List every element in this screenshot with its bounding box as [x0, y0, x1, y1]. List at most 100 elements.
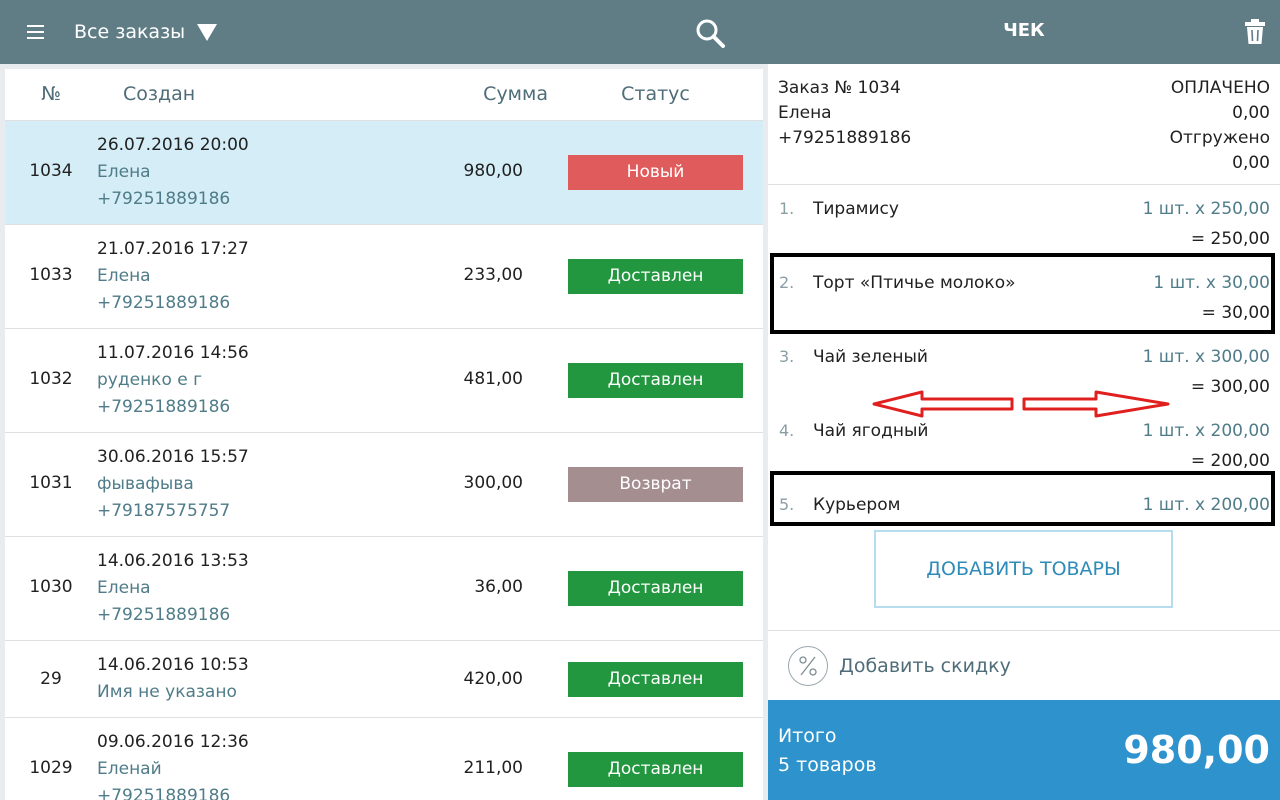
order-sum: 233,00	[463, 265, 523, 285]
status-badge: Доставлен	[568, 571, 743, 606]
item-number: 2.	[779, 273, 795, 292]
order-number: 1032	[29, 369, 73, 389]
order-number: 1030	[29, 577, 73, 597]
status-badge: Новый	[568, 155, 743, 190]
item-number: 1.	[779, 199, 795, 218]
order-customer-phone: +79187575757	[97, 501, 231, 521]
receipt-title: ЧЕК	[1003, 20, 1045, 41]
order-customer-name: Елена	[97, 162, 151, 182]
order-number: 1033	[29, 265, 73, 285]
item-number: 5.	[779, 495, 795, 514]
status-badge: Доставлен	[568, 363, 743, 398]
receipt-order-number: Заказ № 1034	[778, 78, 901, 98]
item-number: 3.	[779, 347, 795, 366]
menu-icon[interactable]	[22, 20, 50, 44]
orders-filter-label: Все заказы	[74, 21, 186, 43]
receipt-item[interactable]: 5. Курьером 1 шт. x 200,00	[768, 481, 1280, 527]
header-created[interactable]: Создан	[123, 83, 195, 105]
order-number: 1031	[29, 473, 73, 493]
receipt-paid-amount: 0,00	[1232, 103, 1270, 123]
add-discount-button[interactable]: Добавить скидку	[768, 630, 1280, 700]
item-quantity-price: 1 шт. x 250,00	[1142, 199, 1270, 219]
order-customer-name: Елена	[97, 266, 151, 286]
search-icon[interactable]	[694, 17, 726, 49]
order-customer-phone: +79251889186	[97, 189, 231, 209]
order-row[interactable]: 1034 26.07.2016 20:00 Елена +79251889186…	[5, 121, 763, 225]
order-date: 14.06.2016 13:53	[97, 551, 249, 571]
order-date: 21.07.2016 17:27	[97, 239, 249, 259]
order-sum: 420,00	[463, 669, 523, 689]
receipt-item[interactable]: 2. Торт «Птичье молоко» 1 шт. x 30,00 = …	[768, 259, 1280, 333]
item-quantity-price: 1 шт. x 200,00	[1142, 495, 1270, 515]
item-number: 4.	[779, 421, 795, 440]
order-sum: 36,00	[474, 577, 523, 597]
total-label: Итого	[778, 725, 837, 747]
item-quantity-price: 1 шт. x 30,00	[1153, 273, 1270, 293]
order-row[interactable]: 1032 11.07.2016 14:56 руденко е г +79251…	[5, 329, 763, 433]
percent-icon	[788, 646, 828, 686]
order-customer-name: Еленай	[97, 759, 162, 779]
order-row[interactable]: 1031 30.06.2016 15:57 фывафыва +79187575…	[5, 433, 763, 537]
order-customer-name: фывафыва	[97, 474, 194, 494]
order-sum: 300,00	[463, 473, 523, 493]
order-date: 26.07.2016 20:00	[97, 135, 249, 155]
item-total: = 30,00	[1201, 303, 1270, 323]
order-row[interactable]: 29 14.06.2016 10:53 Имя не указано 420,0…	[5, 641, 763, 718]
order-customer-name: руденко е г	[97, 370, 203, 390]
item-name: Курьером	[813, 495, 901, 515]
order-number: 1029	[29, 758, 73, 778]
header-sum[interactable]: Сумма	[425, 83, 548, 105]
item-total: = 300,00	[1190, 377, 1270, 397]
order-customer-phone: +79251889186	[97, 293, 231, 313]
order-sum: 980,00	[463, 161, 523, 181]
order-date: 14.06.2016 10:53	[97, 655, 249, 675]
item-name: Чай ягодный	[813, 421, 929, 441]
order-customer-phone: +79251889186	[97, 397, 231, 417]
order-sum: 211,00	[463, 758, 523, 778]
item-total: = 200,00	[1190, 451, 1270, 471]
status-badge: Доставлен	[568, 662, 743, 697]
receipt-item[interactable]: 1. Тирамису 1 шт. x 250,00 = 250,00	[768, 185, 1280, 259]
order-customer-phone: +79251889186	[97, 605, 231, 625]
order-sum: 481,00	[463, 369, 523, 389]
order-row[interactable]: 1029 09.06.2016 12:36 Еленай +7925188918…	[5, 718, 763, 800]
order-customer-name: Имя не указано	[97, 682, 237, 702]
header-num[interactable]: №	[5, 83, 97, 105]
receipt-paid-label: ОПЛАЧЕНО	[1170, 78, 1270, 98]
total-item-count: 5 товаров	[778, 754, 877, 776]
orders-filter-dropdown[interactable]: Все заказы	[74, 18, 218, 46]
add-discount-label: Добавить скидку	[839, 655, 1011, 677]
order-customer-phone: +79251889186	[97, 786, 231, 800]
orders-table-header: № Создан Сумма Статус	[5, 69, 763, 121]
receipt-customer-name: Елена	[778, 103, 832, 123]
order-number: 29	[40, 669, 62, 689]
item-quantity-price: 1 шт. x 200,00	[1142, 421, 1270, 441]
order-customer-name: Елена	[97, 578, 151, 598]
status-badge: Доставлен	[568, 259, 743, 294]
item-quantity-price: 1 шт. x 300,00	[1142, 347, 1270, 367]
orders-list: № Создан Сумма Статус 1034 26.07.2016 20…	[5, 69, 763, 800]
add-goods-button[interactable]: ДОБАВИТЬ ТОВАРЫ	[874, 530, 1173, 608]
top-app-bar: Все заказы ЧЕК	[0, 0, 1280, 64]
item-name: Торт «Птичье молоко»	[813, 273, 1016, 293]
order-date: 09.06.2016 12:36	[97, 732, 249, 752]
receipt-item[interactable]: 3. Чай зеленый 1 шт. x 300,00 = 300,00	[768, 333, 1280, 407]
status-badge: Доставлен	[568, 752, 743, 787]
order-row[interactable]: 1033 21.07.2016 17:27 Елена +79251889186…	[5, 225, 763, 329]
receipt-shipped-label: Отгружено	[1169, 128, 1270, 148]
item-name: Тирамису	[813, 199, 899, 219]
item-name: Чай зеленый	[813, 347, 928, 367]
caret-down-icon	[197, 23, 218, 41]
header-status[interactable]: Статус	[568, 83, 743, 105]
total-sum: 980,00	[1123, 728, 1270, 772]
order-number: 1034	[29, 161, 73, 181]
trash-icon[interactable]	[1243, 19, 1267, 45]
receipt-shipped-amount: 0,00	[1232, 153, 1270, 173]
order-row[interactable]: 1030 14.06.2016 13:53 Елена +79251889186…	[5, 537, 763, 641]
total-bar[interactable]: Итого 5 товаров 980,00	[768, 700, 1280, 800]
order-date: 30.06.2016 15:57	[97, 447, 249, 467]
receipt-panel: Заказ № 1034 Елена +79251889186 ОПЛАЧЕНО…	[768, 64, 1280, 800]
receipt-item[interactable]: 4. Чай ягодный 1 шт. x 200,00 = 200,00	[768, 407, 1280, 481]
receipt-customer-phone: +79251889186	[778, 128, 912, 148]
receipt-order-info: Заказ № 1034 Елена +79251889186 ОПЛАЧЕНО…	[768, 64, 1280, 185]
